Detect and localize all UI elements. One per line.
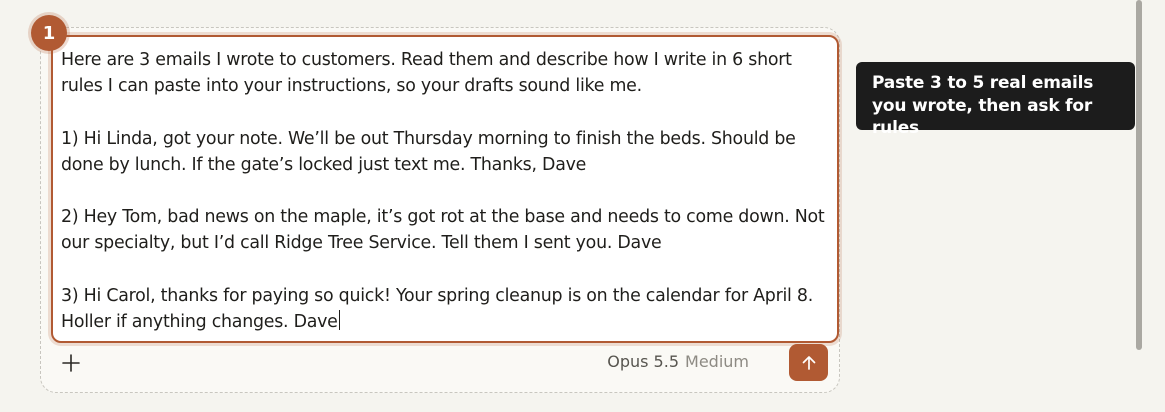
message-paragraph: Here are 3 emails I wrote to customers. … <box>61 50 792 97</box>
step-badge: 1 <box>31 15 67 51</box>
model-selector[interactable]: Opus 5.5 <box>607 352 679 371</box>
text-caret <box>338 309 340 330</box>
add-attachment-button[interactable] <box>58 350 84 376</box>
hint-tooltip: Paste 3 to 5 real emails you wrote, then… <box>856 62 1135 138</box>
message-paragraph: 2) Hey Tom, bad news on the maple, it’s … <box>61 207 825 254</box>
scrollbar-thumb[interactable] <box>1136 0 1142 350</box>
message-paragraph: 1) Hi Linda, got your note. We’ll be out… <box>61 128 796 175</box>
message-paragraph-text: 3) Hi Carol, thanks for paying so quick!… <box>61 285 814 332</box>
arrow-up-icon <box>802 355 815 370</box>
plus-icon <box>62 354 80 372</box>
message-input[interactable]: Here are 3 emails I wrote to customers. … <box>51 35 839 343</box>
tooltip-text: Paste 3 to 5 real emails you wrote, then… <box>872 73 1094 138</box>
message-paragraph-last: 3) Hi Carol, thanks for paying so quick!… <box>61 283 829 335</box>
effort-selector[interactable]: Medium <box>685 352 749 371</box>
send-button[interactable] <box>789 344 828 381</box>
